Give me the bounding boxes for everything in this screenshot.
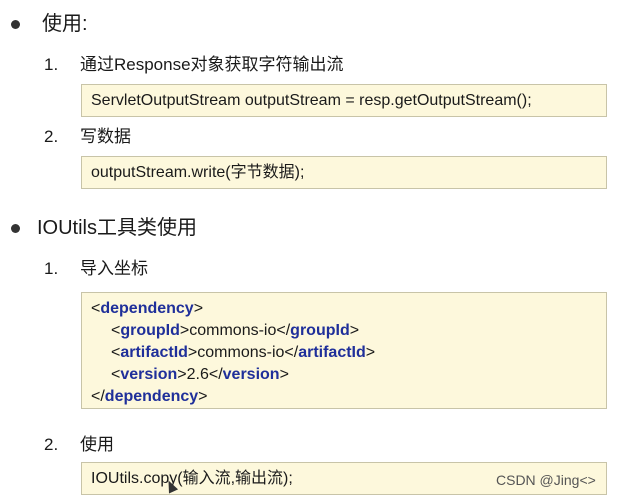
step-label-import-coordinates: 导入坐标 (80, 259, 148, 278)
csdn-watermark: CSDN @Jing<> (496, 472, 596, 488)
step-label-get-output-stream: 通过Response对象获取字符输出流 (80, 55, 344, 74)
section-title-ioutils: IOUtils工具类使用 (37, 217, 197, 239)
xml-tag-dependency: dependency (100, 300, 194, 317)
xml-tag-artifactid: artifactId (120, 344, 188, 361)
code-block-write-data: outputStream.write(字节数据); (81, 156, 607, 189)
xml-value-groupid: commons-io (189, 322, 277, 339)
xml-value-artifactid: commons-io (197, 344, 285, 361)
xml-line-version: <version>2.6</version> (111, 366, 289, 383)
xml-value-version: 2.6 (186, 366, 209, 383)
xml-tag-version: version (120, 366, 178, 383)
code-block-maven-dependency: <dependency> <groupId>commons-io</groupI… (81, 292, 607, 409)
xml-line-groupid: <groupId>commons-io</groupId> (111, 322, 360, 339)
section-title-usage: 使用: (42, 13, 88, 35)
xml-line-artifactid: <artifactId>commons-io</artifactId> (111, 344, 376, 361)
xml-line-dependency-open: <dependency> (91, 300, 204, 317)
step-label-usage: 使用 (80, 435, 114, 454)
xml-line-dependency-close: </dependency> (91, 388, 208, 405)
code-block-get-output-stream: ServletOutputStream outputStream = resp.… (81, 84, 607, 117)
xml-tag-groupid: groupId (120, 322, 180, 339)
bullet-icon (11, 224, 20, 233)
step-number: 2. (44, 127, 59, 146)
step-number: 2. (44, 435, 59, 454)
code-line: outputStream.write(字节数据); (91, 164, 305, 181)
step-number: 1. (44, 259, 59, 278)
bullet-icon (11, 20, 20, 29)
step-number: 1. (44, 55, 59, 74)
code-line: ServletOutputStream outputStream = resp.… (91, 92, 532, 109)
step-label-write-data: 写数据 (80, 127, 131, 146)
